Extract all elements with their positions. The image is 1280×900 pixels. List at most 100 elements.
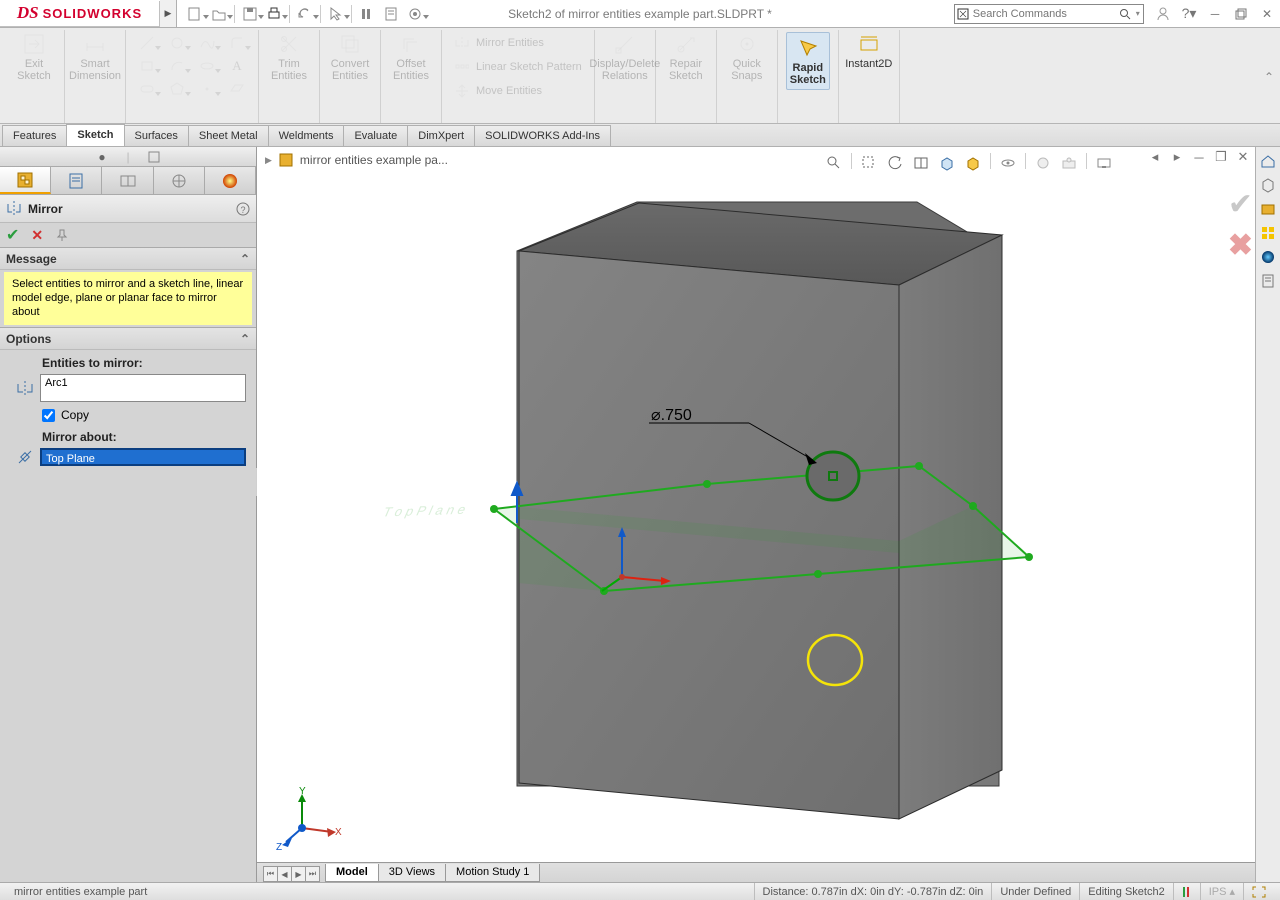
- fillet-tool[interactable]: [224, 32, 250, 54]
- status-fullscreen-icon[interactable]: [1243, 883, 1274, 900]
- polygon-tool[interactable]: [164, 78, 190, 100]
- offset-entities-button[interactable]: Offset Entities: [389, 32, 433, 82]
- task-library-icon[interactable]: [1258, 199, 1278, 219]
- win-prev-button[interactable]: ◂: [1147, 149, 1163, 165]
- pm-cancel-button[interactable]: ✕: [31, 227, 43, 244]
- tab-surfaces[interactable]: Surfaces: [124, 125, 189, 146]
- task-appearances-icon[interactable]: [1258, 247, 1278, 267]
- win-minimize-button[interactable]: ─: [1191, 149, 1207, 165]
- mirror-about-listbox[interactable]: Top Plane: [40, 448, 246, 466]
- task-custom-props-icon[interactable]: [1258, 271, 1278, 291]
- pm-options-header[interactable]: Options⌃: [0, 328, 256, 350]
- options-button[interactable]: [403, 3, 427, 25]
- ribbon-collapse-button[interactable]: ⌃: [1262, 30, 1276, 123]
- task-view-palette-icon[interactable]: [1258, 223, 1278, 243]
- tab-display-mgr[interactable]: [205, 167, 256, 194]
- panel-list-icon[interactable]: [144, 149, 164, 165]
- tab-last-button[interactable]: ⏭: [305, 866, 320, 882]
- print-button[interactable]: [262, 3, 286, 25]
- repair-sketch-button[interactable]: Repair Sketch: [664, 32, 708, 82]
- spline-tool[interactable]: [194, 32, 220, 54]
- tab-feature-tree[interactable]: [0, 167, 51, 194]
- tab-features[interactable]: Features: [2, 125, 67, 146]
- tab-sheet-metal[interactable]: Sheet Metal: [188, 125, 269, 146]
- tab-property-mgr[interactable]: [51, 167, 102, 194]
- exit-sketch-button[interactable]: Exit Sketch: [12, 32, 56, 82]
- search-input[interactable]: [971, 8, 1117, 20]
- search-commands[interactable]: ▾: [954, 4, 1144, 24]
- instant2d-button[interactable]: Instant2D: [847, 32, 891, 70]
- pm-help-button[interactable]: ?: [236, 202, 250, 216]
- pm-ok-button[interactable]: ✔: [6, 225, 19, 245]
- display-style-button[interactable]: [962, 153, 984, 173]
- user-icon[interactable]: [1150, 0, 1176, 27]
- menu-expand-button[interactable]: ▶: [160, 0, 177, 27]
- open-button[interactable]: [207, 3, 231, 25]
- copy-checkbox[interactable]: Copy: [42, 408, 246, 422]
- quick-snaps-button[interactable]: Quick Snaps: [725, 32, 769, 82]
- tab-sketch[interactable]: Sketch: [66, 124, 124, 146]
- trim-entities-button[interactable]: Trim Entities: [267, 32, 311, 82]
- win-close-button[interactable]: ✕: [1235, 149, 1251, 165]
- status-rebuild-icon[interactable]: [1173, 883, 1200, 900]
- tab-next-button[interactable]: ▶: [291, 866, 306, 882]
- zoom-fit-button[interactable]: [823, 153, 845, 173]
- tab-prev-button[interactable]: ◀: [277, 866, 292, 882]
- pm-pin-button[interactable]: [55, 228, 69, 242]
- win-next-button[interactable]: ▸: [1169, 149, 1185, 165]
- undo-button[interactable]: [293, 3, 317, 25]
- close-button[interactable]: ✕: [1254, 0, 1280, 27]
- maximize-button[interactable]: [1228, 0, 1254, 27]
- rectangle-tool[interactable]: [134, 55, 160, 77]
- entities-listbox[interactable]: Arc1: [40, 374, 246, 402]
- new-button[interactable]: [183, 3, 207, 25]
- search-icon[interactable]: [1117, 8, 1133, 20]
- rapid-sketch-button[interactable]: Rapid Sketch: [786, 32, 830, 90]
- view-orient-button[interactable]: [936, 153, 958, 173]
- ellipse-tool[interactable]: [194, 55, 220, 77]
- smart-dimension-button[interactable]: Smart Dimension: [73, 32, 117, 82]
- apply-scene-button[interactable]: [1058, 153, 1080, 173]
- win-restore-button[interactable]: ❐: [1213, 149, 1229, 165]
- tab-first-button[interactable]: ⏮: [263, 866, 278, 882]
- save-button[interactable]: [238, 3, 262, 25]
- prev-view-button[interactable]: [884, 153, 906, 173]
- task-resources-icon[interactable]: [1258, 175, 1278, 195]
- minimize-button[interactable]: ─: [1202, 0, 1228, 27]
- hide-show-button[interactable]: [997, 153, 1019, 173]
- help-button[interactable]: ?▾: [1176, 0, 1202, 27]
- crumb-arrow-icon[interactable]: ▶: [265, 155, 272, 166]
- view-tab-motion[interactable]: Motion Study 1: [445, 864, 540, 882]
- search-flyout-icon[interactable]: [955, 8, 971, 20]
- section-view-button[interactable]: [910, 153, 932, 173]
- file-props-button[interactable]: [379, 3, 403, 25]
- move-entities-button[interactable]: Move Entities: [450, 80, 546, 102]
- tab-addins[interactable]: SOLIDWORKS Add-Ins: [474, 125, 611, 146]
- tab-dimxpert[interactable]: DimXpert: [407, 125, 475, 146]
- task-home-icon[interactable]: [1258, 151, 1278, 171]
- crumb-text[interactable]: mirror entities example pa...: [300, 153, 448, 167]
- plane-tool[interactable]: [224, 78, 250, 100]
- view-tab-model[interactable]: Model: [325, 864, 379, 882]
- graphics-area[interactable]: T o p P l a n e: [257, 173, 1255, 862]
- convert-entities-button[interactable]: Convert Entities: [328, 32, 372, 82]
- display-delete-relations-button[interactable]: Display/Delete Relations: [603, 32, 647, 82]
- edit-appearance-button[interactable]: [1032, 153, 1054, 173]
- tab-dimxpert-mgr[interactable]: [154, 167, 205, 194]
- status-units[interactable]: IPS ▴: [1200, 883, 1243, 900]
- tab-config-mgr[interactable]: [102, 167, 153, 194]
- view-settings-button[interactable]: [1093, 153, 1115, 173]
- line-tool[interactable]: [134, 32, 160, 54]
- circle-tool[interactable]: [164, 32, 190, 54]
- arc-tool[interactable]: [164, 55, 190, 77]
- tab-evaluate[interactable]: Evaluate: [343, 125, 408, 146]
- text-tool[interactable]: A: [224, 55, 250, 77]
- slot-tool[interactable]: [134, 78, 160, 100]
- mirror-entities-button[interactable]: Mirror Entities: [450, 32, 548, 54]
- select-button[interactable]: [324, 3, 348, 25]
- search-dropdown[interactable]: ▾: [1133, 9, 1144, 18]
- pm-message-header[interactable]: Message⌃: [0, 248, 256, 270]
- tab-weldments[interactable]: Weldments: [268, 125, 345, 146]
- point-tool[interactable]: [194, 78, 220, 100]
- view-tab-3dviews[interactable]: 3D Views: [378, 864, 446, 882]
